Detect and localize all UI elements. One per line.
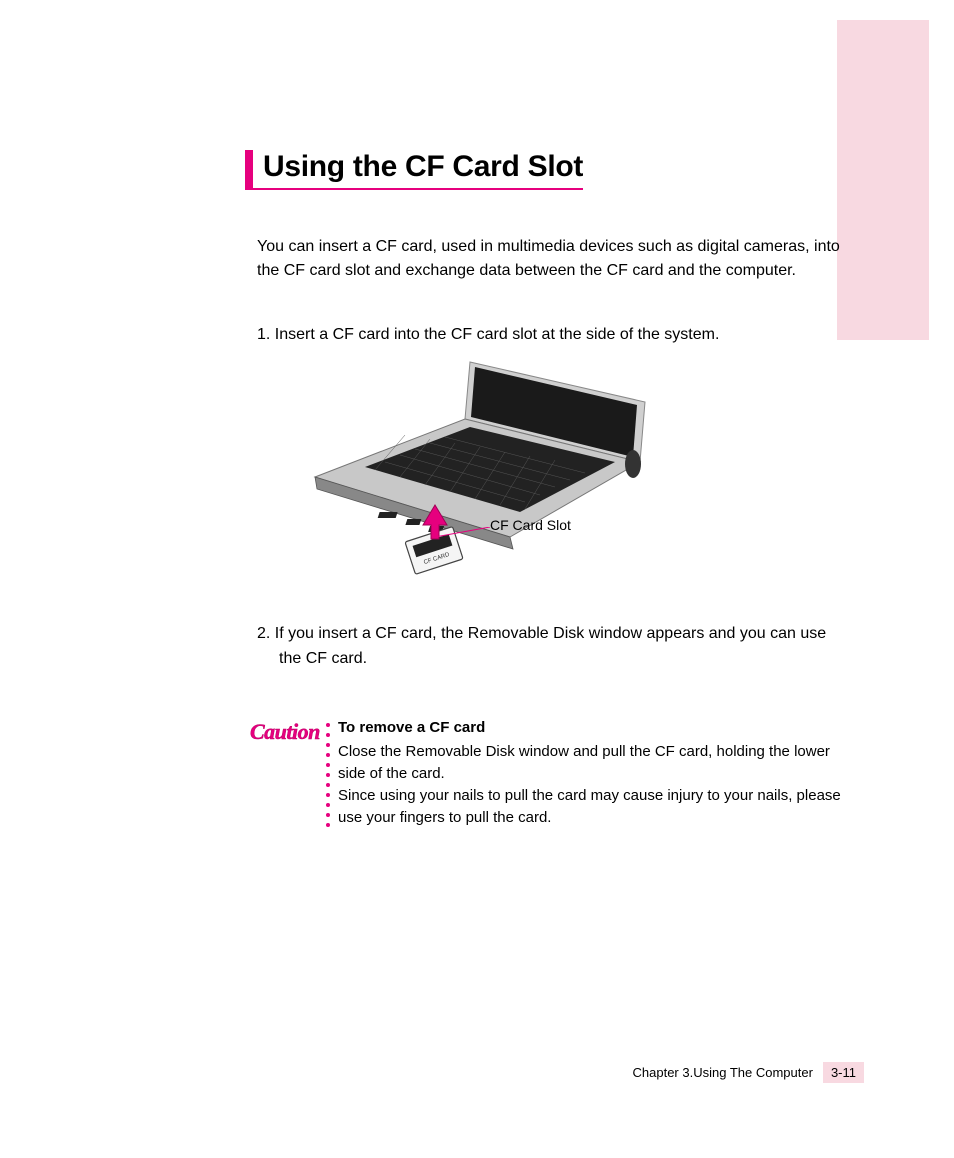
- figure-callout-label: CF Card Slot: [490, 517, 571, 533]
- title-container: Using the CF Card Slot: [245, 150, 583, 190]
- step-1: 1. Insert a CF card into the CF card slo…: [257, 323, 845, 347]
- caution-text-2: Since using your nails to pull the card …: [338, 785, 845, 829]
- step-2: 2. If you insert a CF card, the Removabl…: [257, 622, 845, 672]
- intro-paragraph: You can insert a CF card, used in multim…: [257, 235, 845, 283]
- chapter-tab: [837, 20, 929, 340]
- caution-text-1: Close the Removable Disk window and pull…: [338, 741, 845, 785]
- page-title: Using the CF Card Slot: [263, 150, 583, 184]
- footer-chapter: Chapter 3.Using The Computer: [633, 1065, 813, 1080]
- caution-label: Caution: [250, 717, 322, 829]
- footer-page-number: 3-11: [823, 1062, 864, 1083]
- page-footer: Chapter 3.Using The Computer 3-11: [633, 1062, 864, 1083]
- caution-body: To remove a CF card Close the Removable …: [334, 717, 845, 829]
- figure-laptop: CF CARD CF Card Slot: [245, 367, 845, 597]
- caution-block: Caution To remove a CF card Close the Re…: [250, 717, 845, 829]
- page-content: Using the CF Card Slot You can insert a …: [245, 150, 845, 828]
- dotted-divider: [322, 717, 334, 829]
- caution-title: To remove a CF card: [338, 717, 845, 739]
